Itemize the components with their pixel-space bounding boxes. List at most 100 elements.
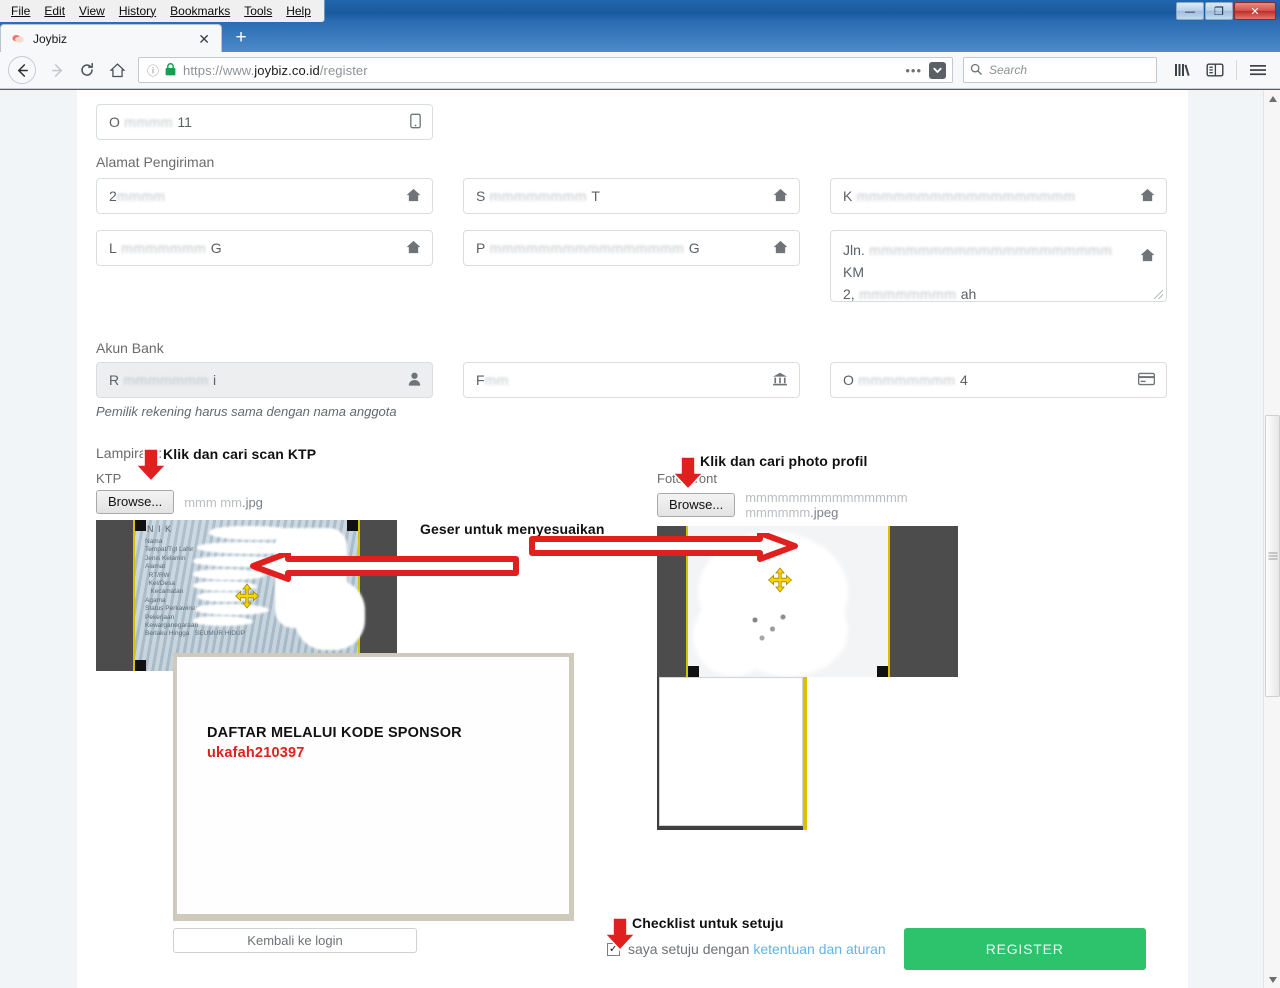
new-tab-button[interactable]: + [228,27,254,51]
vertical-scrollbar[interactable] [1263,90,1280,988]
menu-help[interactable]: Help [279,1,318,22]
minimize-icon: — [1184,4,1196,18]
menu-file[interactable]: File [4,1,37,22]
ktp-browse-button[interactable]: Browse... [96,490,175,514]
agree-checkbox[interactable]: ✓ [607,942,620,956]
menu-history[interactable]: History [112,1,163,22]
reload-button[interactable] [72,55,102,85]
ktp-filename: mmm mm.jpg [184,495,263,510]
back-arrow-icon [17,63,28,77]
redacted-text: mm [484,372,509,388]
crop-handle-bottom-left[interactable] [135,660,146,671]
value-suffix: G [688,240,700,256]
crop-handle-top-left[interactable] [135,520,146,531]
phone-field[interactable]: O mmmm 11 [96,104,433,140]
menu-edit-label: Edit [44,3,66,18]
photo-browse-button[interactable]: Browse... [657,493,736,517]
home-address-icon [773,188,788,204]
forward-button[interactable] [42,55,72,85]
scrollbar-thumb[interactable] [1265,415,1280,697]
shipping-field-district[interactable]: L mmmmmmm G [96,230,433,266]
maximize-button[interactable]: ❐ [1205,2,1233,20]
scrollbar-grip-icon [1268,551,1277,562]
profile-photo-image [688,526,888,677]
menu-edit[interactable]: Edit [37,1,72,22]
tab-joybiz[interactable]: Joybiz ✕ [0,24,222,52]
shipping-value-4: L mmmmmmm G [109,240,222,256]
sponsor-card-image: DAFTAR MELALUI KODE SPONSOR ukafah210397 [173,653,574,921]
home-button[interactable] [102,55,132,85]
back-button[interactable] [8,56,36,84]
photo-filename-suffix: .jpeg [810,505,839,520]
move-cursor-icon[interactable] [767,567,793,593]
back-to-login-button[interactable]: Kembali ke login [173,928,417,953]
redacted-text: mmmm [119,114,178,130]
ktp-label: KTP [96,471,122,486]
textarea-resize-handle[interactable] [1154,290,1163,299]
sponsor-card-title: DAFTAR MELALUI KODE SPONSOR [207,725,462,741]
value-prefix: S [476,188,486,204]
page-actions-icon[interactable]: ••• [898,63,929,78]
scroll-down-button[interactable] [1264,971,1280,988]
redacted-text: mmmm [116,188,166,204]
menu-view[interactable]: View [72,1,112,22]
attachments-heading: Lampiran : [96,445,163,461]
menu-bookmarks[interactable]: Bookmarks [163,1,237,22]
photo-crop-selection[interactable] [686,526,890,677]
redacted-text: mmmmmmmmmmmmmmmm [485,240,689,256]
agree-terms-row: ✓ saya setuju dengan ketentuan dan atura… [607,941,886,957]
photo-attachment-block: Foto Front Browse... mmmmmmmmmmmmmmm mmm… [657,461,987,830]
shipping-value-2: S mmmmmmmm T [476,188,600,204]
crop-handle-bottom-left[interactable] [688,666,699,677]
value-prefix: F [476,372,485,388]
bank-name-value: Fmm [476,372,509,388]
tab-close-icon[interactable]: ✕ [195,30,213,48]
address-line2-prefix: 2, [843,286,855,302]
crop-handle-bottom-right[interactable] [877,666,888,677]
shipping-value-5: P mmmmmmmmmmmmmmmm G [476,240,700,256]
value-prefix: L [109,240,117,256]
ktp-filename-suffix: .jpg [241,494,263,510]
address-bar[interactable]: ⓘ https://www.joybiz.co.id/register ••• [138,57,953,83]
photo-filename: mmmmmmmmmmmmmmm mmmmmm.jpeg [745,490,987,520]
menu-tools[interactable]: Tools [237,1,279,22]
bank-number-field[interactable]: O mmmmmmmm 4 [830,362,1167,398]
minimize-button[interactable]: — [1176,2,1204,20]
shipping-field-city[interactable]: K mmmmmmmmmmmmmmmmmm [830,178,1167,214]
url-text: https://www.joybiz.co.id/register [183,63,898,78]
ktp-crop-preview[interactable]: N I K Nama Tempat/Tgl Lahir Jenis Kelamin A… [96,520,397,671]
photo-crop-preview[interactable] [657,526,958,677]
search-bar[interactable]: Search [963,57,1157,83]
bank-hint: Pemilik rekening harus sama dengan nama … [96,404,397,419]
shipping-field-postal[interactable]: 2mmmm [96,178,433,214]
menu-bar: File Edit View History Bookmarks Tools H… [0,0,324,22]
crop-handle-top-right[interactable] [347,520,358,531]
ktp-crop-selection[interactable]: N I K Nama Tempat/Tgl Lahir Jenis Kelamin A… [133,520,365,671]
value-prefix: K [843,188,853,204]
value-suffix: i [213,372,217,388]
redacted-text: mmm mm [184,494,242,510]
close-button[interactable]: ✕ [1234,2,1276,20]
page-info-icon[interactable]: ⓘ [147,62,159,79]
redacted-text: mmmmmmmm [854,286,961,302]
shipping-field-village[interactable]: P mmmmmmmmmmmmmmmm G [463,230,800,266]
phone-value: O mmmm 11 [109,114,192,130]
sidebar-icon[interactable] [1201,56,1229,84]
move-cursor-icon[interactable] [234,582,260,609]
bank-name-field[interactable]: Fmm [463,362,800,398]
shipping-field-province[interactable]: S mmmmmmmm T [463,178,800,214]
scroll-up-icon [1268,95,1277,102]
agree-prefix: saya setuju dengan [628,941,750,957]
shipping-field-full-address[interactable]: Jln. mmmmmmmmmmmmmmmmmmmm KM 2, mmmmmmmm … [830,230,1167,302]
bank-account-name-field: R mmmmmmm i [96,362,433,398]
address-suffix: KM [843,264,864,280]
checkbox-check-icon: ✓ [608,942,619,955]
sponsor-card-paper: DAFTAR MELALUI KODE SPONSOR ukafah210397 [177,657,569,914]
home-address-icon [1140,248,1155,264]
scroll-up-button[interactable] [1264,90,1280,107]
pocket-save-icon[interactable] [929,61,946,79]
terms-link[interactable]: ketentuan dan aturan [753,941,885,957]
hamburger-menu-icon[interactable] [1244,56,1272,84]
register-button[interactable]: REGISTER [903,928,1146,970]
library-icon[interactable] [1169,56,1197,84]
